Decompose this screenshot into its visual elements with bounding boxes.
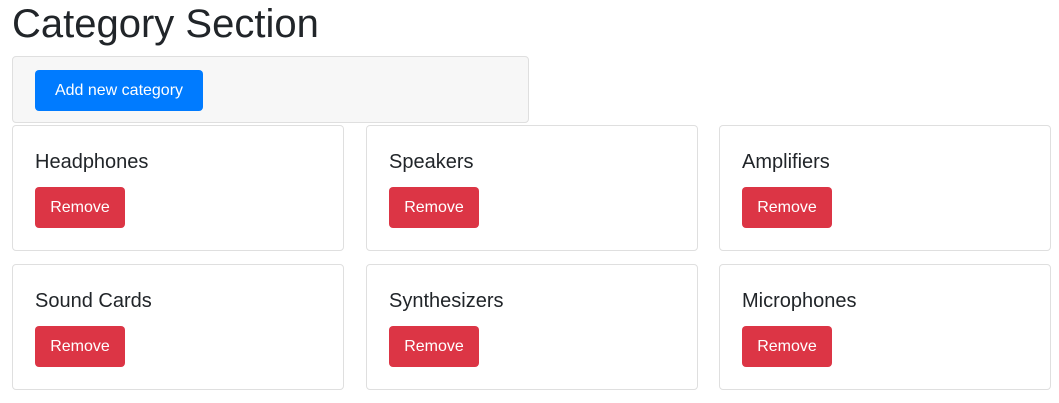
- category-card-speakers: Speakers Remove: [366, 125, 698, 251]
- category-title: Synthesizers: [389, 290, 504, 312]
- category-title: Headphones: [35, 151, 149, 173]
- category-card-amplifiers: Amplifiers Remove: [719, 125, 1051, 251]
- page: Category Section Add new category Headph…: [0, 0, 1059, 403]
- add-category-button[interactable]: Add new category: [35, 70, 203, 111]
- remove-button[interactable]: Remove: [742, 326, 832, 367]
- category-card-synthesizers: Synthesizers Remove: [366, 264, 698, 390]
- category-title: Microphones: [742, 290, 857, 312]
- remove-button[interactable]: Remove: [742, 187, 832, 228]
- toolbar: Add new category: [12, 56, 529, 123]
- category-title: Amplifiers: [742, 151, 830, 173]
- category-title: Sound Cards: [35, 290, 152, 312]
- category-card-headphones: Headphones Remove: [12, 125, 344, 251]
- category-card-sound-cards: Sound Cards Remove: [12, 264, 344, 390]
- remove-button[interactable]: Remove: [35, 187, 125, 228]
- category-title: Speakers: [389, 151, 474, 173]
- remove-button[interactable]: Remove: [35, 326, 125, 367]
- remove-button[interactable]: Remove: [389, 187, 479, 228]
- page-title: Category Section: [12, 2, 319, 46]
- category-card-microphones: Microphones Remove: [719, 264, 1051, 390]
- remove-button[interactable]: Remove: [389, 326, 479, 367]
